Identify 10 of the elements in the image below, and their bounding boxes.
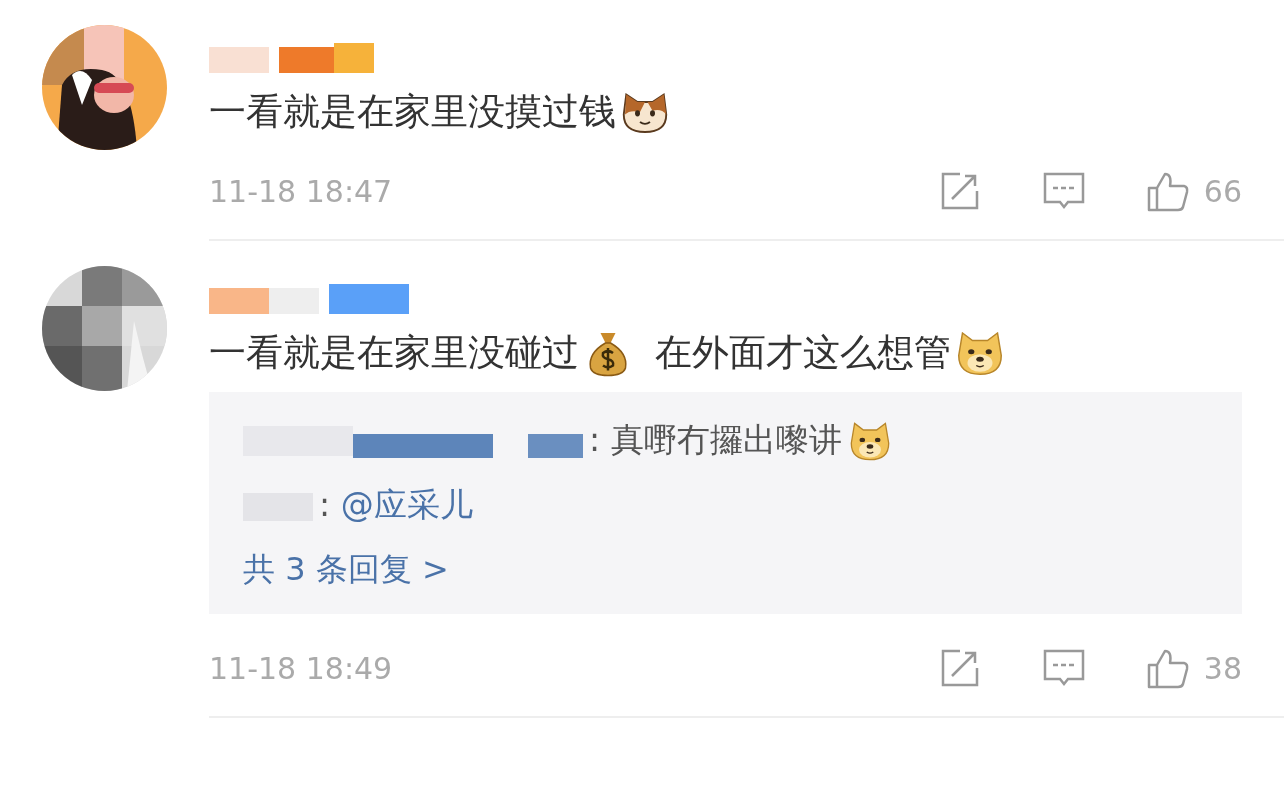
comment-text: 一看就是在家里没摸过钱 bbox=[209, 89, 616, 135]
timestamp: 11-18 18:47 bbox=[209, 173, 394, 209]
like-button[interactable]: 66 bbox=[1145, 169, 1242, 213]
more-replies-link[interactable]: 共 3 条回复 > bbox=[243, 548, 449, 592]
comment-text: 一看就是在家里没碰过 bbox=[209, 330, 579, 376]
like-button[interactable]: 38 bbox=[1145, 646, 1242, 690]
timestamp: 11-18 18:49 bbox=[209, 650, 394, 686]
reply-text: : 真嘢冇攞出嚟讲 bbox=[589, 419, 842, 461]
comment-text: 在外面才这么想管 bbox=[655, 330, 951, 376]
reply-text: : @应采儿 bbox=[319, 484, 473, 526]
